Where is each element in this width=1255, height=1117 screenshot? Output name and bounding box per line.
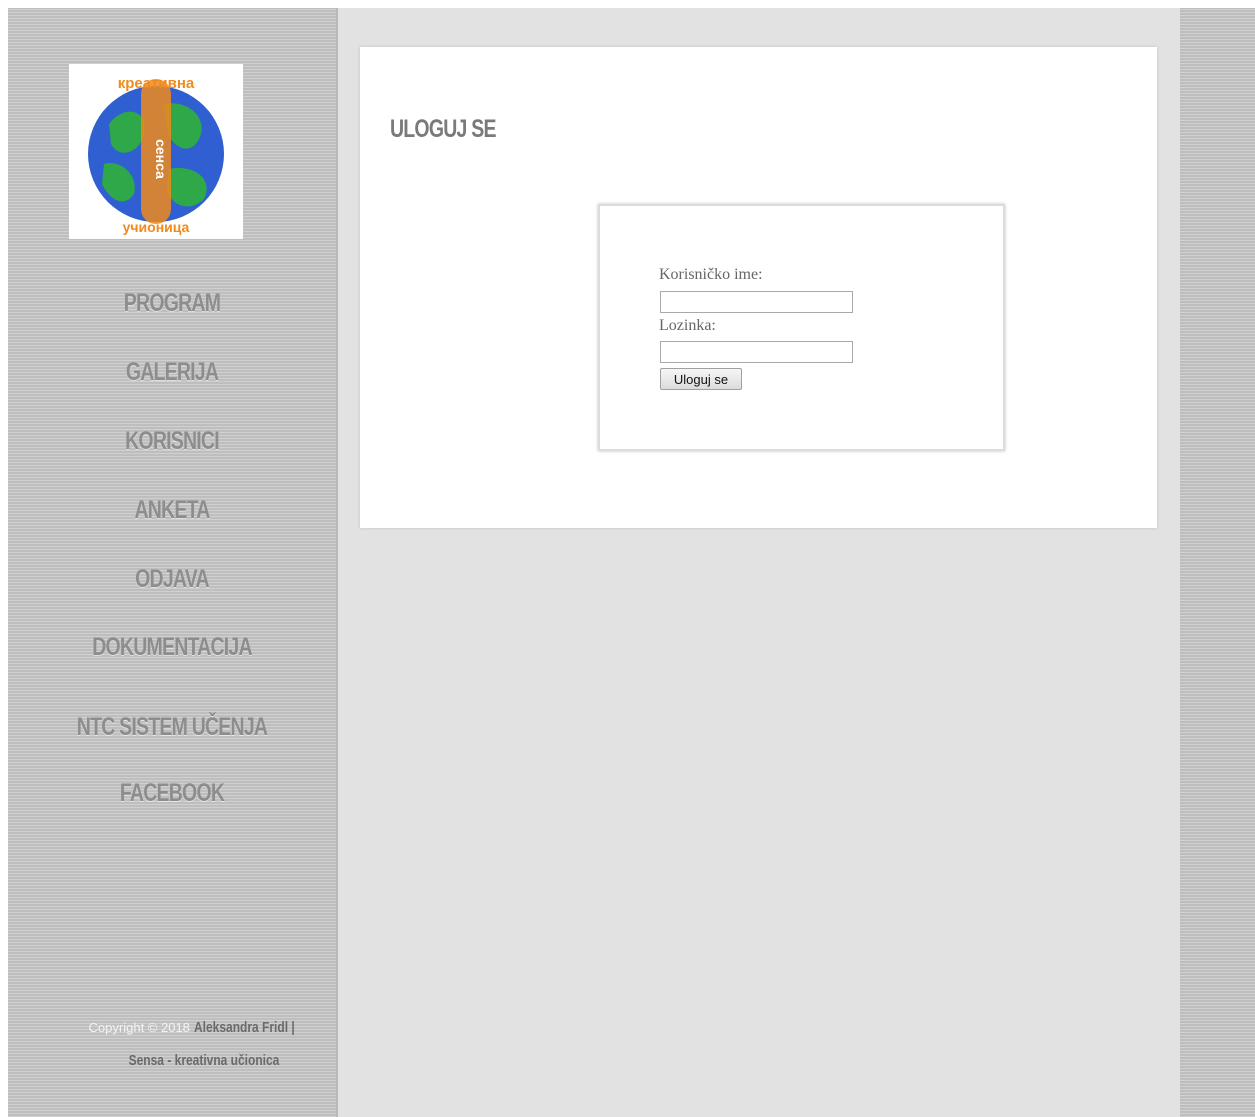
username-input[interactable]: [660, 291, 853, 313]
nav-korisnici[interactable]: KORISNICI: [44, 427, 300, 456]
nav-galerija[interactable]: GALERIJA: [44, 358, 300, 387]
logo-center-text: сенса: [153, 139, 169, 179]
footer-copyright: Copyright © 2018 Aleksandra Fridl |: [8, 1019, 400, 1036]
password-label: Lozinka:: [659, 317, 716, 334]
logo-top-text: креативна: [118, 75, 195, 92]
page-title: ULOGUJ SE: [390, 115, 496, 143]
nav-odjava[interactable]: ODJAVA: [44, 565, 300, 594]
footer-site-name: Sensa - kreativna učionica: [128, 1052, 280, 1069]
password-input[interactable]: [660, 341, 853, 363]
right-margin-strip: [1180, 8, 1255, 1117]
logo-bottom-text: учионица: [123, 219, 190, 235]
copyright-text: Copyright © 2018: [88, 1020, 190, 1035]
site-logo[interactable]: креативна сенса учионица: [69, 64, 243, 239]
nav-program[interactable]: PROGRAM: [44, 289, 300, 318]
globe-logo-icon: креативна сенса учионица: [88, 75, 224, 235]
nav-facebook[interactable]: FACEBOOK: [44, 779, 300, 808]
nav-dokumentacija[interactable]: DOKUMENTACIJA: [44, 633, 300, 662]
username-label: Korisničko ime:: [659, 266, 763, 283]
login-button[interactable]: Uloguj se: [660, 368, 742, 390]
author-name: Aleksandra Fridl |: [193, 1019, 295, 1036]
nav-anketa[interactable]: ANKETA: [44, 496, 300, 525]
nav-ntc-sistem-ucenja[interactable]: NTC SISTEM UČENJA: [44, 713, 300, 742]
